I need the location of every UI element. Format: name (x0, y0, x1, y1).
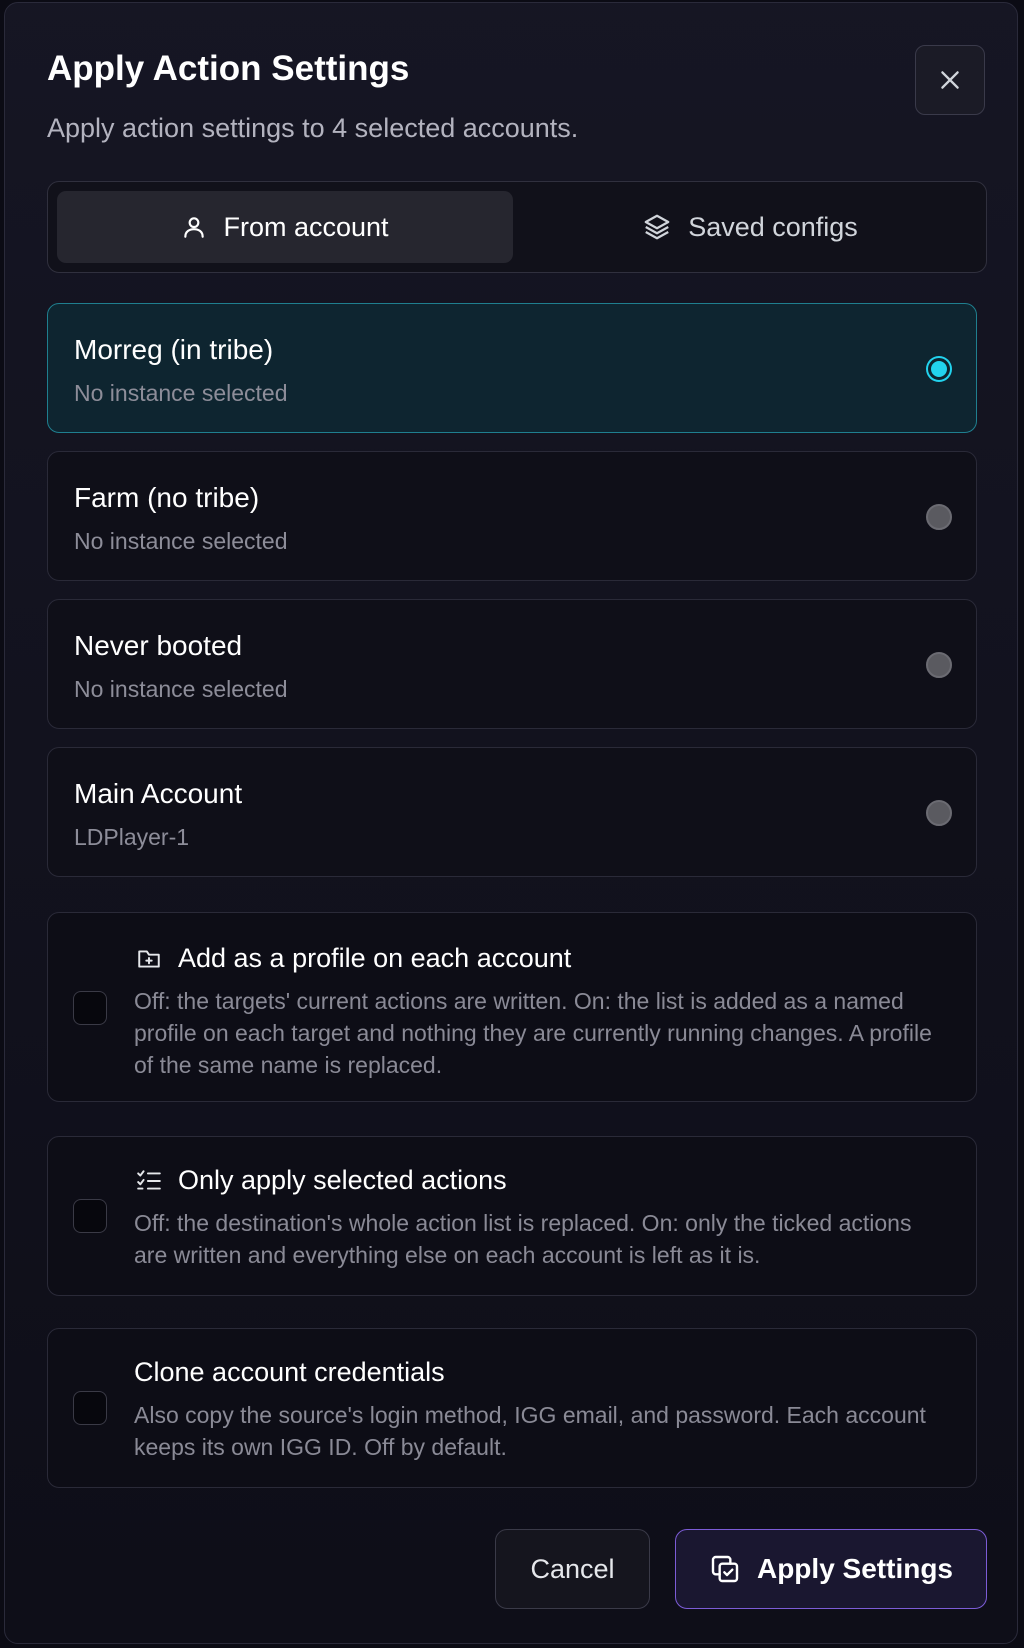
clone-credentials-checkbox[interactable] (73, 1391, 107, 1425)
account-instance: No instance selected (74, 676, 288, 702)
add-as-profile-checkbox[interactable] (73, 991, 107, 1025)
apply-settings-button[interactable]: Apply Settings (675, 1529, 987, 1609)
copy-check-icon (709, 1553, 741, 1585)
account-radio[interactable] (926, 504, 952, 530)
option-description: Off: the targets' current actions are wr… (134, 988, 932, 1078)
account-name: Morreg (in tribe) (74, 334, 274, 365)
option-title: Only apply selected actions (134, 1165, 507, 1196)
option-title: Add as a profile on each account (134, 943, 571, 974)
account-card[interactable]: Never booted No instance selected (47, 599, 977, 729)
account-card[interactable]: Morreg (in tribe) No instance selected (47, 303, 977, 433)
tab-label: Saved configs (688, 211, 858, 242)
dialog-subtitle: Apply action settings to 4 selected acco… (47, 113, 579, 143)
account-instance: LDPlayer-1 (74, 824, 190, 850)
layers-icon (642, 212, 672, 242)
apply-settings-dialog: Apply Action Settings Apply action setti… (4, 2, 1018, 1644)
option-only-selected-actions: Only apply selected actions Off: the des… (47, 1136, 977, 1296)
account-name: Farm (no tribe) (74, 482, 260, 513)
account-instance: No instance selected (74, 380, 288, 406)
cancel-button[interactable]: Cancel (495, 1529, 650, 1609)
user-icon (181, 213, 207, 241)
folder-plus-icon (134, 946, 164, 972)
only-selected-actions-checkbox[interactable] (73, 1199, 107, 1233)
account-name: Never booted (74, 630, 243, 661)
tab-label: From account (223, 211, 389, 242)
option-description: Off: the destination's whole action list… (134, 1210, 912, 1268)
account-radio[interactable] (926, 652, 952, 678)
option-description: Also copy the source's login method, IGG… (134, 1402, 926, 1460)
apply-settings-label: Apply Settings (756, 1553, 953, 1584)
option-title-text: Add as a profile on each account (178, 943, 572, 973)
close-button[interactable] (915, 45, 985, 115)
account-card[interactable]: Farm (no tribe) No instance selected (47, 451, 977, 581)
source-tabs: From account Saved configs (47, 181, 987, 273)
option-title: Clone account credentials (134, 1357, 445, 1388)
tab-from-account[interactable]: From account (57, 191, 513, 263)
account-card[interactable]: Main Account LDPlayer-1 (47, 747, 977, 877)
account-radio[interactable] (926, 800, 952, 826)
account-instance: No instance selected (74, 528, 288, 554)
option-clone-credentials: Clone account credentials Also copy the … (47, 1328, 977, 1488)
option-add-as-profile: Add as a profile on each account Off: th… (47, 912, 977, 1102)
account-name: Main Account (74, 778, 243, 809)
option-title-text: Only apply selected actions (178, 1165, 507, 1195)
tab-saved-configs[interactable]: Saved configs (522, 191, 978, 263)
option-title-text: Clone account credentials (134, 1357, 445, 1387)
list-checks-icon (134, 1168, 164, 1194)
close-icon (937, 67, 963, 93)
account-radio[interactable] (928, 358, 950, 380)
dialog-title: Apply Action Settings (47, 49, 410, 88)
